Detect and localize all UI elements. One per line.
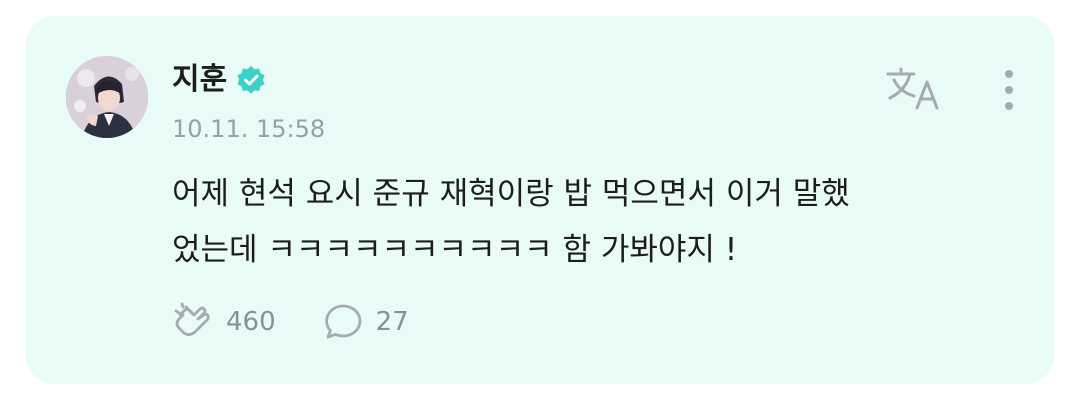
post-body-line-2: 었는데 ㅋㅋㅋㅋㅋㅋㅋㅋㅋㅋ 함 가봐야지 ! xyxy=(172,232,738,268)
author-name[interactable]: 지훈 xyxy=(172,60,227,100)
post-body-line-1: 어제 현석 요시 준규 재혁이랑 밥 먹으면서 이거 말했 xyxy=(172,176,850,212)
reaction-button[interactable]: 460 xyxy=(172,301,276,343)
avatar-image xyxy=(66,56,148,138)
reactions-count: 460 xyxy=(226,307,276,337)
reaction-hands-icon xyxy=(174,302,210,336)
comment-button[interactable]: 27 xyxy=(322,301,409,343)
post-card[interactable]: 지훈 10.11. 15:58 어제 현석 요시 준규 재혁이랑 밥 먹으면서 … xyxy=(26,16,1054,384)
more-vertical-icon xyxy=(1005,70,1013,110)
translate-button[interactable] xyxy=(884,64,946,112)
author-row: 지훈 xyxy=(172,60,267,100)
post-actions: 460 27 xyxy=(172,300,409,344)
post-body: 어제 현석 요시 준규 재혁이랑 밥 먹으면서 이거 말했었는데 ㅋㅋㅋㅋㅋㅋㅋ… xyxy=(172,166,1022,278)
comment-bubble-icon xyxy=(324,304,362,339)
verified-badge-icon xyxy=(235,64,267,96)
more-options-button[interactable] xyxy=(994,66,1024,114)
author-avatar[interactable] xyxy=(66,56,148,138)
translate-icon xyxy=(886,67,939,110)
post-timestamp: 10.11. 15:58 xyxy=(172,115,326,143)
comments-count: 27 xyxy=(375,307,409,337)
